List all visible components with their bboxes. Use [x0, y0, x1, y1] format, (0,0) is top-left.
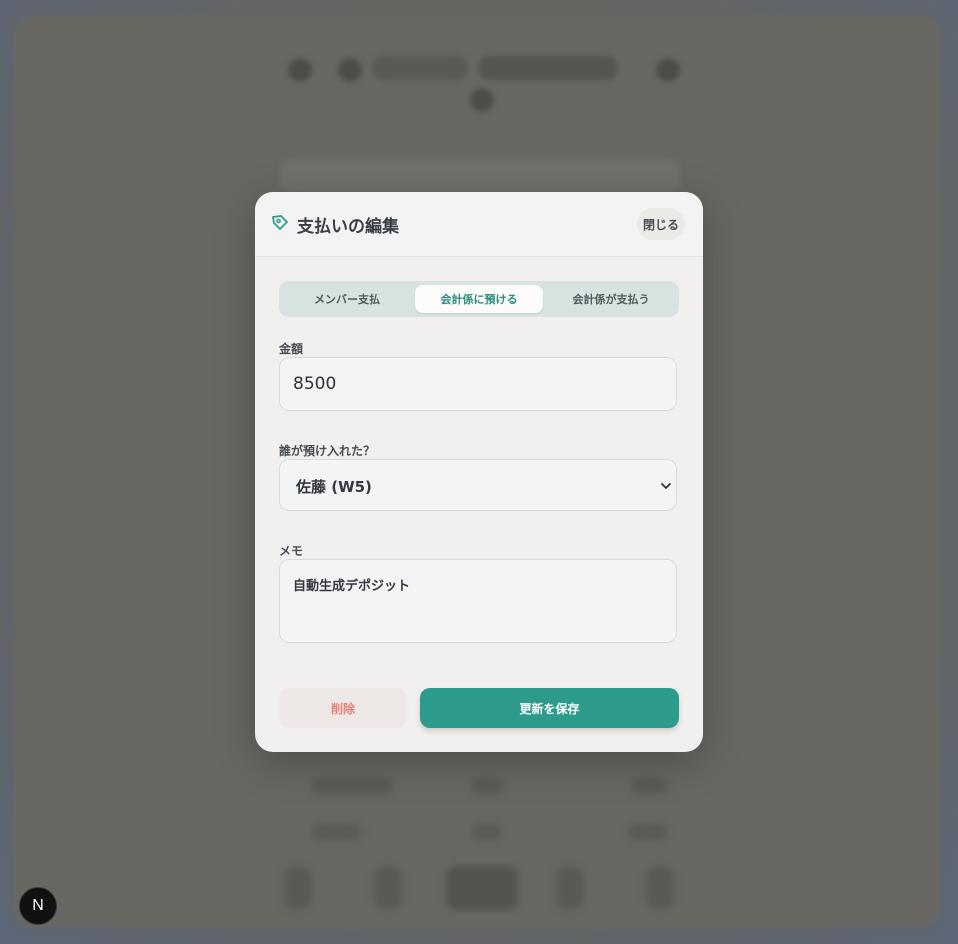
bg-subtitle	[478, 56, 618, 80]
amount-input[interactable]: 8500	[279, 357, 677, 411]
edit-payment-modal: 支払いの編集 閉じる メンバー支払 会計係に預ける 会計係が支払う 金額 850…	[255, 192, 703, 752]
bg-title	[372, 56, 468, 80]
modal-title: 支払いの編集	[297, 217, 399, 237]
bg-back-icon	[288, 58, 312, 82]
tab-deposit-to-treasurer[interactable]: 会計係に預ける	[415, 285, 543, 313]
background-bar	[280, 160, 680, 194]
tab-treasurer-pays[interactable]: 会計係が支払う	[547, 285, 675, 313]
bg-settings-icon	[470, 88, 494, 112]
chevron-down-icon	[660, 477, 672, 489]
memo-textarea[interactable]: 自動生成デポジット	[279, 559, 677, 643]
background-row	[282, 818, 682, 848]
payment-type-tabs: メンバー支払 会計係に預ける 会計係が支払う	[279, 281, 679, 317]
nextjs-dev-badge[interactable]: N	[19, 887, 57, 925]
depositor-selected-value: 佐藤 (W5)	[296, 478, 372, 496]
bg-avatar-icon	[338, 58, 362, 82]
save-update-button[interactable]: 更新を保存	[420, 688, 679, 728]
background-row	[282, 772, 682, 802]
amount-label: 金額	[279, 342, 304, 356]
close-button[interactable]: 閉じる	[637, 208, 685, 240]
memo-label: メモ	[279, 544, 304, 558]
depositor-label: 誰が預け入れた？	[279, 444, 376, 458]
amount-value: 8500	[293, 374, 337, 394]
modal-header: 支払いの編集 閉じる	[255, 192, 703, 257]
pen-icon	[271, 214, 289, 232]
depositor-select[interactable]: 佐藤 (W5)	[279, 459, 677, 511]
background-nav	[270, 860, 690, 920]
bg-menu-icon	[656, 58, 680, 82]
background-header	[282, 46, 680, 122]
delete-button[interactable]: 削除	[279, 688, 407, 728]
memo-value: 自動生成デポジット	[293, 579, 411, 594]
tab-member-payment[interactable]: メンバー支払	[283, 285, 411, 313]
